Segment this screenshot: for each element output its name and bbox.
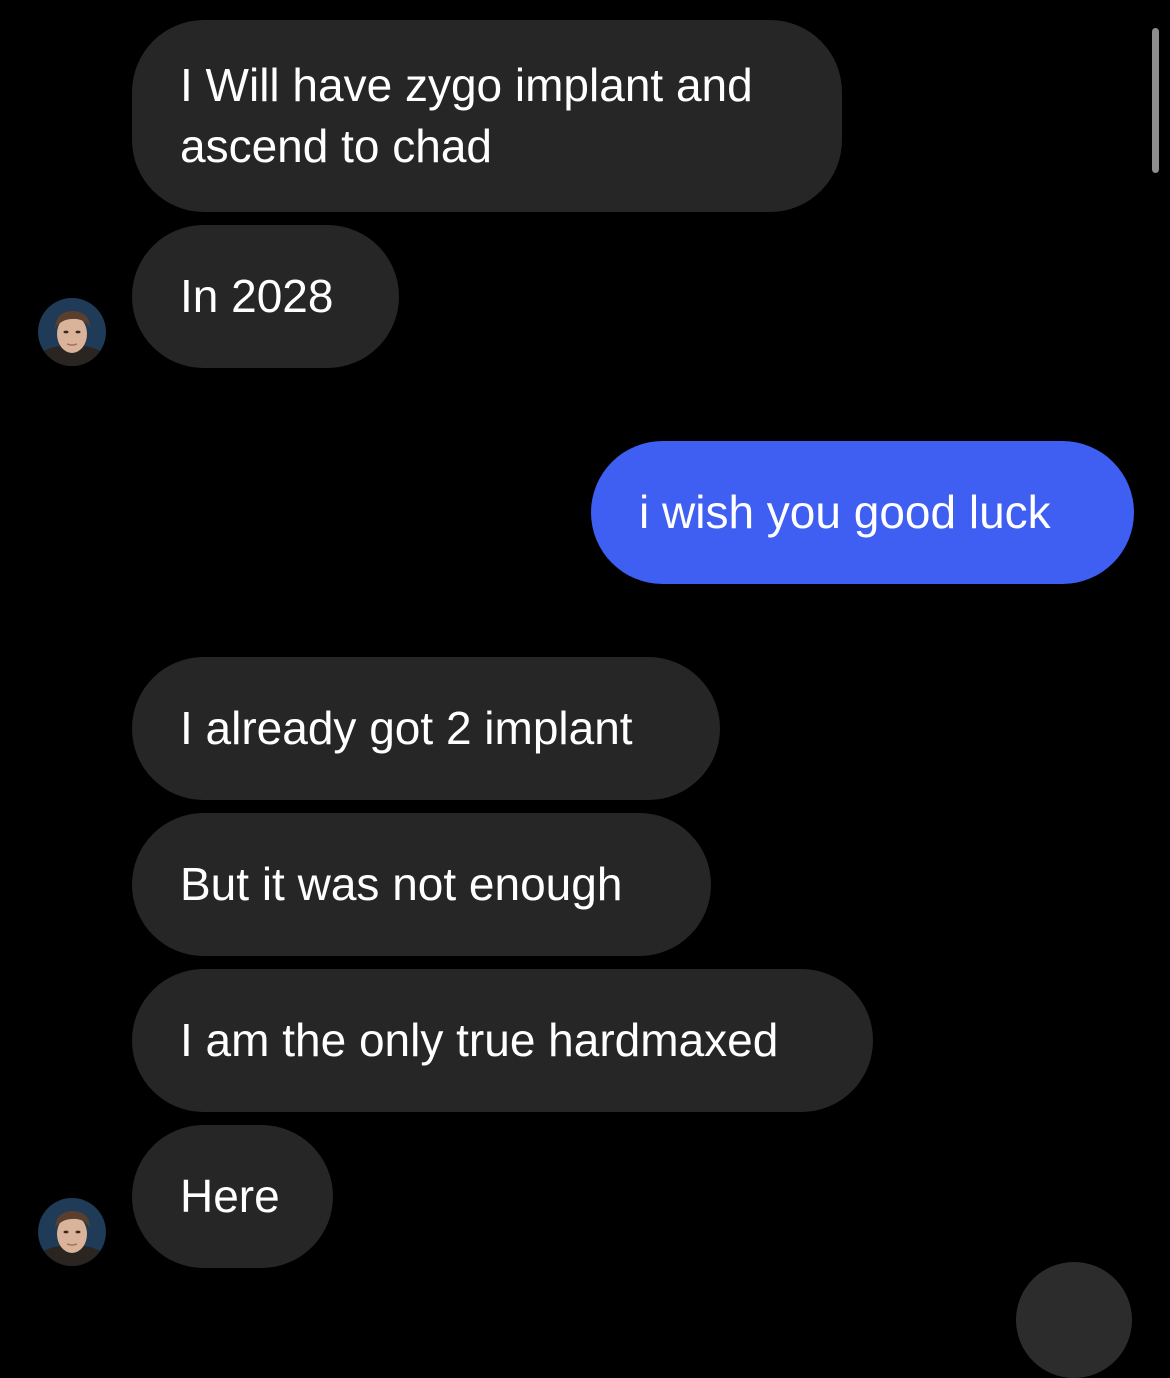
message-bubble-incoming[interactable]: Here [132, 1125, 333, 1268]
message-text: I am the only true hardmaxed [180, 1014, 779, 1066]
avatar-photo-icon [38, 1198, 106, 1266]
message-bubble-outgoing[interactable]: i wish you good luck [591, 441, 1134, 584]
message-text: Here [180, 1170, 280, 1222]
message-text: But it was not enough [180, 858, 623, 910]
message-bubble-incoming[interactable]: I already got 2 implant [132, 657, 720, 800]
message-text: I already got 2 implant [180, 702, 633, 754]
scroll-to-bottom-button[interactable] [1016, 1262, 1132, 1378]
message-text: I Will have zygo implant and ascend to c… [180, 59, 753, 172]
message-bubble-incoming[interactable]: In 2028 [132, 225, 399, 368]
message-bubble-incoming[interactable]: I am the only true hardmaxed [132, 969, 873, 1112]
message-bubble-incoming[interactable]: I Will have zygo implant and ascend to c… [132, 20, 842, 212]
message-text: i wish you good luck [639, 486, 1051, 538]
contact-avatar[interactable] [38, 298, 106, 366]
avatar-photo-icon [38, 298, 106, 366]
message-bubble-incoming[interactable]: But it was not enough [132, 813, 711, 956]
message-text: In 2028 [180, 270, 334, 322]
scrollbar[interactable] [1152, 28, 1159, 173]
contact-avatar[interactable] [38, 1198, 106, 1266]
